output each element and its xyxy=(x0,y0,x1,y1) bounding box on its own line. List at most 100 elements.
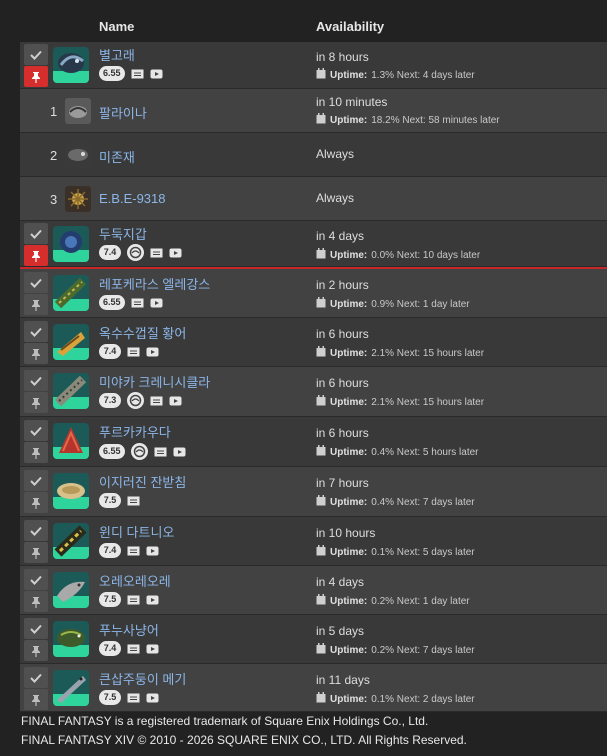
column-header-availability[interactable]: Availability xyxy=(316,19,384,34)
caught-toggle-button[interactable] xyxy=(24,321,48,342)
calendar-icon xyxy=(316,692,326,706)
pin-toggle-button[interactable] xyxy=(24,392,48,413)
book-icon xyxy=(127,346,140,357)
bait-index: 2 xyxy=(50,148,58,163)
fish-thumbnail[interactable] xyxy=(53,473,89,509)
table-row: 오레오레오레 7.5 in 4 days Uptime: 0.2% Next: … xyxy=(20,566,607,615)
fish-thumbnail[interactable] xyxy=(53,423,89,459)
uptime-info: Uptime: 0.9% Next: 1 day later xyxy=(316,297,470,311)
fish-thumbnail[interactable] xyxy=(53,226,89,262)
pin-toggle-button[interactable] xyxy=(24,343,48,364)
pin-toggle-button[interactable] xyxy=(24,591,48,612)
fish-thumbnail[interactable] xyxy=(53,523,89,559)
bait-name-link[interactable]: 미존재 xyxy=(99,147,135,166)
book-icon xyxy=(131,68,144,79)
patch-badge: 7.5 xyxy=(99,592,121,607)
patch-badge: 7.4 xyxy=(99,245,121,260)
availability-text: in 6 hours xyxy=(316,327,369,341)
caught-toggle-button[interactable] xyxy=(24,470,48,491)
caught-toggle-button[interactable] xyxy=(24,618,48,639)
pin-toggle-button[interactable] xyxy=(24,640,48,661)
fish-name-link[interactable]: 옥수수껍질 황어 xyxy=(99,323,186,342)
caught-toggle-button[interactable] xyxy=(24,223,48,244)
availability-text: in 6 hours xyxy=(316,426,369,440)
caught-toggle-button[interactable] xyxy=(24,420,48,441)
pin-toggle-button[interactable] xyxy=(24,542,48,563)
pin-toggle-button[interactable] xyxy=(24,442,48,463)
table-row: 푸르카카우다 6.55 in 6 hours Uptime: 0.4% Next… xyxy=(20,417,607,467)
video-icon[interactable] xyxy=(173,446,186,457)
fish-name-link[interactable]: 두둑지갑 xyxy=(99,224,147,243)
bait-thumbnail[interactable] xyxy=(65,142,91,168)
bait-name-link[interactable]: E.B.E-9318 xyxy=(99,191,166,206)
fish-name-link[interactable]: 별고래 xyxy=(99,45,135,64)
fish-thumbnail[interactable] xyxy=(53,47,89,83)
caught-toggle-button[interactable] xyxy=(24,44,48,65)
book-icon xyxy=(131,297,144,308)
caught-toggle-button[interactable] xyxy=(24,272,48,293)
column-header-name[interactable]: Name xyxy=(99,19,134,34)
fish-name-link[interactable]: 큰삽주둥이 메기 xyxy=(99,669,186,688)
table-row: 별고래 6.55 in 8 hours Uptime: 1.3% Next: 4… xyxy=(20,42,607,89)
fish-name-link[interactable]: 푸누사냥어 xyxy=(99,620,159,639)
pin-toggle-button[interactable] xyxy=(24,492,48,513)
fish-thumbnail[interactable] xyxy=(53,373,89,409)
bait-name-link[interactable]: 팔라이나 xyxy=(99,103,147,122)
caught-toggle-button[interactable] xyxy=(24,370,48,391)
pin-toggle-button[interactable] xyxy=(24,294,48,315)
uptime-text: 0.9% Next: 1 day later xyxy=(371,298,470,310)
uptime-text: 0.2% Next: 7 days later xyxy=(371,644,475,656)
caught-toggle-button[interactable] xyxy=(24,569,48,590)
uptime-info: Uptime: 0.4% Next: 7 days later xyxy=(316,495,475,509)
pin-toggle-button[interactable] xyxy=(24,245,48,266)
fish-thumbnail[interactable] xyxy=(53,324,89,360)
fish-thumbnail[interactable] xyxy=(53,275,89,311)
video-icon[interactable] xyxy=(146,594,159,605)
video-icon[interactable] xyxy=(146,643,159,654)
fish-thumbnail[interactable] xyxy=(53,670,89,706)
availability-text: in 4 days xyxy=(316,575,365,589)
table-row: 두둑지갑 7.4 in 4 days Uptime: 0.0% Next: 10… xyxy=(20,221,607,267)
bait-thumbnail[interactable] xyxy=(65,186,91,212)
fish-badges: 7.5 xyxy=(99,592,159,607)
availability-text: Always xyxy=(316,191,355,205)
bait-thumbnail[interactable] xyxy=(65,98,91,124)
fish-name-link[interactable]: 윈디 다트니오 xyxy=(99,522,174,541)
availability-text: in 10 minutes xyxy=(316,95,388,109)
video-icon[interactable] xyxy=(146,346,159,357)
uptime-info: Uptime: 18.2% Next: 58 minutes later xyxy=(316,113,500,127)
pin-toggle-button[interactable] xyxy=(24,66,48,87)
caught-toggle-button[interactable] xyxy=(24,667,48,688)
book-icon xyxy=(150,395,163,406)
uptime-label: Uptime: xyxy=(330,546,368,558)
fish-name-link[interactable]: 이지러진 잔받침 xyxy=(99,472,186,491)
fish-badges: 7.5 xyxy=(99,690,159,705)
video-icon[interactable] xyxy=(150,297,163,308)
uptime-info: Uptime: 0.1% Next: 5 days later xyxy=(316,545,475,559)
uptime-info: Uptime: 0.2% Next: 7 days later xyxy=(316,643,475,657)
uptime-info: Uptime: 0.1% Next: 2 days later xyxy=(316,692,475,706)
calendar-icon xyxy=(316,643,326,657)
fish-thumbnail[interactable] xyxy=(53,572,89,608)
uptime-info: Uptime: 0.4% Next: 5 hours later xyxy=(316,445,479,459)
video-icon[interactable] xyxy=(150,68,163,79)
uptime-text: 0.1% Next: 2 days later xyxy=(371,693,475,705)
fish-badges: 6.55 xyxy=(99,295,163,310)
bait-row: 1 팔라이나 in 10 minutes Uptime: 18.2% Next:… xyxy=(20,89,607,133)
video-icon[interactable] xyxy=(146,692,159,703)
calendar-icon xyxy=(316,545,326,559)
calendar-icon xyxy=(316,297,326,311)
video-icon[interactable] xyxy=(169,395,182,406)
video-icon[interactable] xyxy=(169,247,182,258)
fish-name-link[interactable]: 푸르카카우다 xyxy=(99,422,171,441)
fish-thumbnail[interactable] xyxy=(53,621,89,657)
caught-toggle-button[interactable] xyxy=(24,520,48,541)
fish-name-link[interactable]: 미야카 크레니시클라 xyxy=(99,372,210,391)
calendar-icon xyxy=(316,113,326,127)
availability-text: in 4 days xyxy=(316,229,365,243)
video-icon[interactable] xyxy=(146,545,159,556)
fish-name-link[interactable]: 레포케라스 엘레강스 xyxy=(99,274,210,293)
fish-name-link[interactable]: 오레오레오레 xyxy=(99,571,171,590)
uptime-text: 2.1% Next: 15 hours later xyxy=(371,396,485,408)
pin-toggle-button[interactable] xyxy=(24,689,48,710)
